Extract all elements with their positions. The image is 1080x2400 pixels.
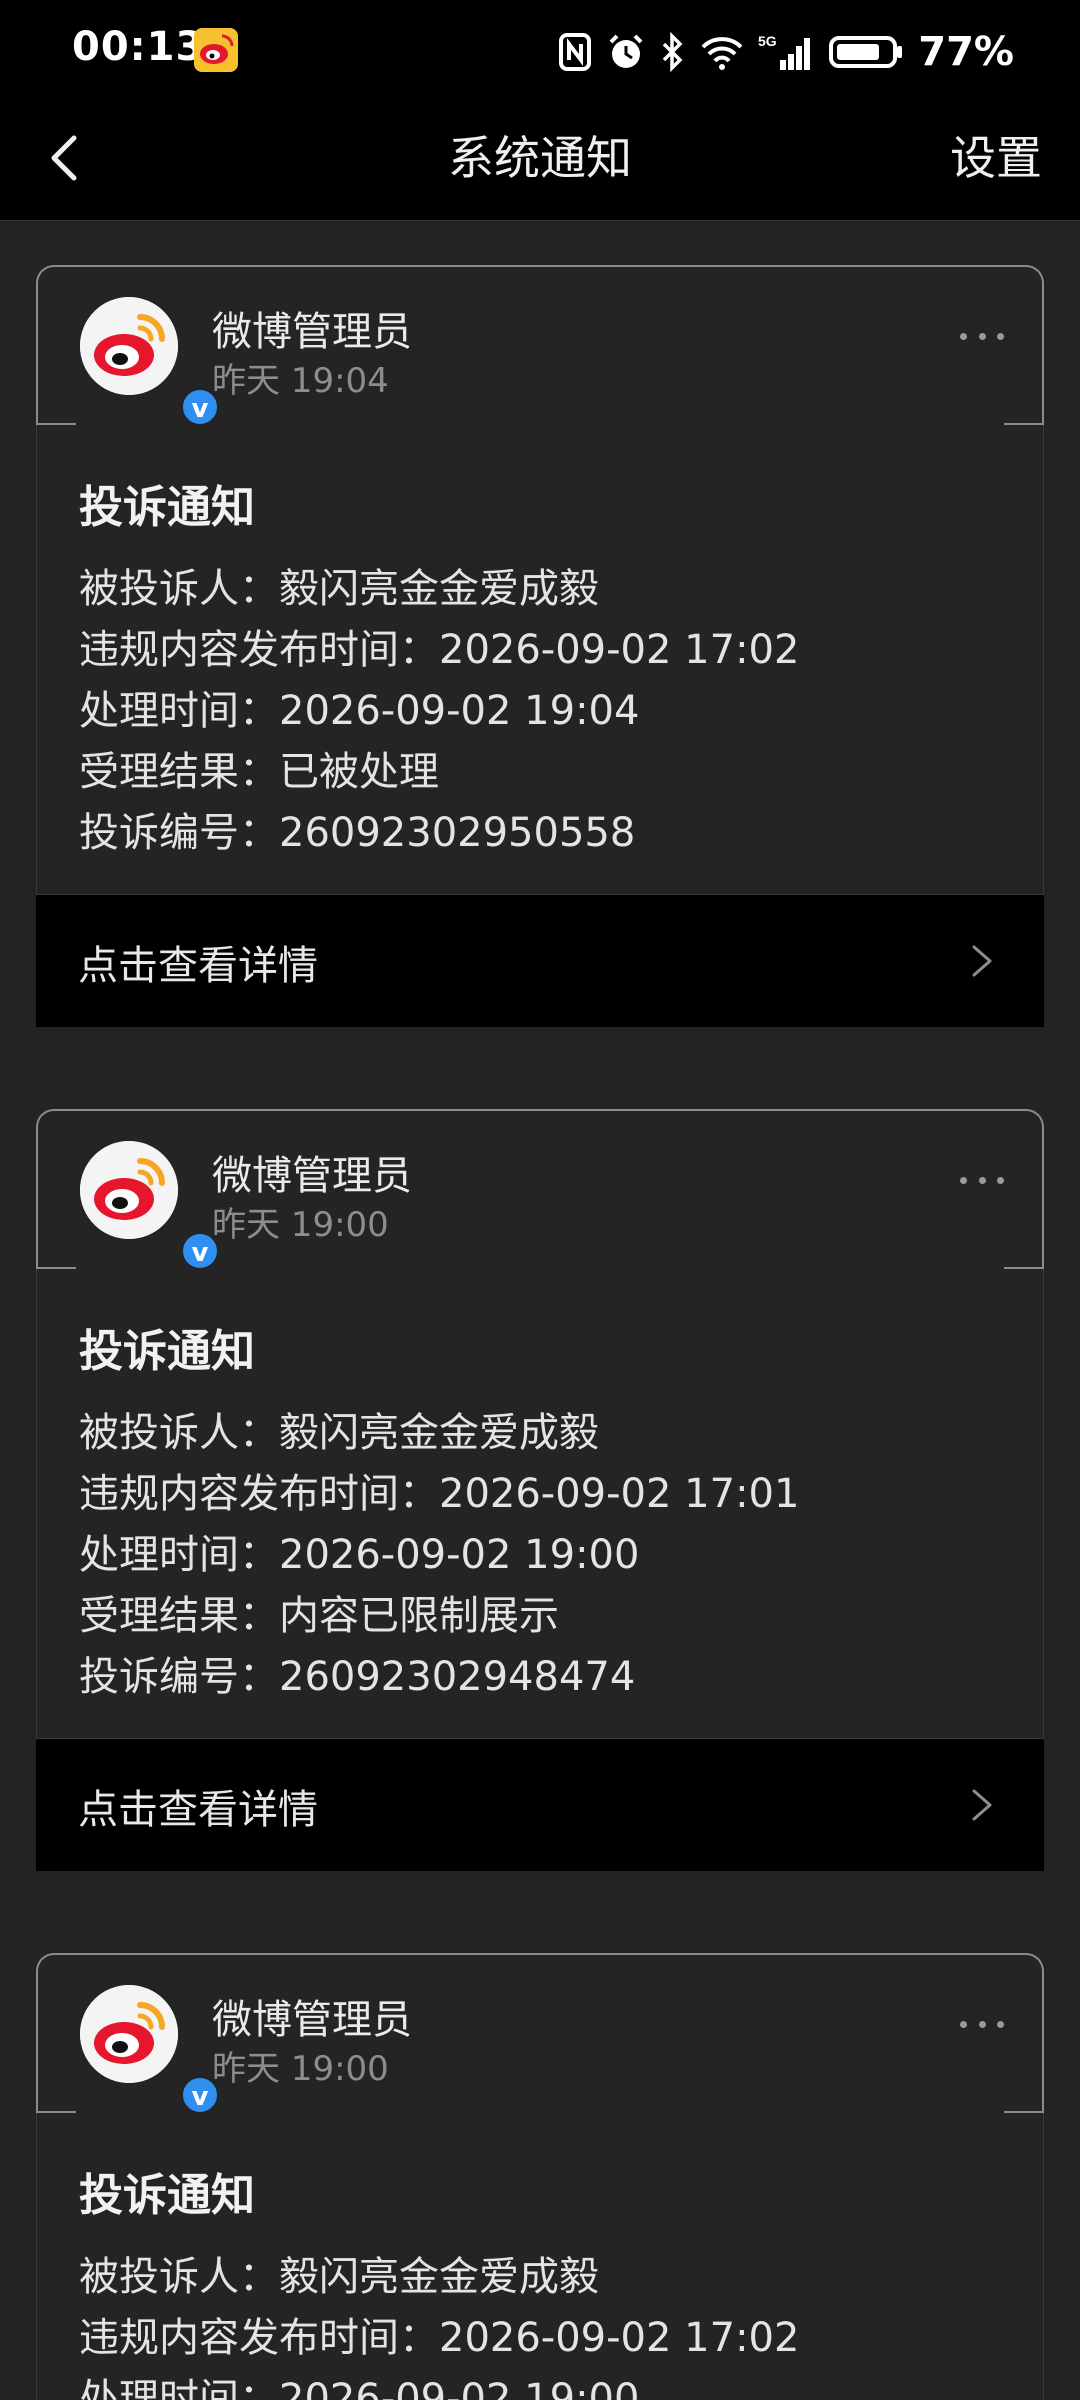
chevron-right-icon (972, 1789, 992, 1821)
weibo-logo-icon (80, 1985, 178, 2083)
chevron-right-icon (972, 945, 992, 977)
notice-title: 投诉通知 (79, 2170, 255, 2221)
avatar[interactable]: v (80, 1141, 220, 1271)
publish-time-field: 违规内容发布时间：2026-09-02 17:02 (79, 2315, 800, 2361)
publish-time-field: 违规内容发布时间：2026-09-02 17:01 (79, 1471, 800, 1517)
message-time: 昨天 19:00 (212, 1205, 389, 1245)
battery-icon (828, 32, 904, 72)
result-field: 受理结果：已被处理 (79, 749, 439, 795)
card-header: v 微博管理员 昨天 19:00 (36, 1109, 1044, 1271)
view-details-label: 点击查看详情 (78, 1787, 318, 1833)
bluetooth-icon (660, 32, 686, 72)
view-details-label: 点击查看详情 (78, 943, 318, 989)
message-time: 昨天 19:04 (212, 361, 389, 401)
complaint-id-field: 投诉编号：26092302948474 (79, 1654, 636, 1700)
notification-feed[interactable]: v 微博管理员 昨天 19:04 投诉通知 被投诉人：毅闪亮金金爱成毅 违规内容… (0, 221, 1080, 2400)
svg-text:5G: 5G (758, 33, 777, 49)
sender-name[interactable]: 微博管理员 (212, 299, 412, 357)
status-time: 00:13 (72, 24, 205, 70)
more-dots-icon[interactable] (960, 2021, 1004, 2033)
nfc-icon (558, 32, 592, 72)
complainee-field: 被投诉人：毅闪亮金金爱成毅 (79, 566, 599, 612)
message-time: 昨天 19:00 (212, 2049, 389, 2089)
nav-bar: 系统通知 设置 (0, 100, 1080, 221)
weibo-notification-icon (194, 28, 238, 72)
notice-title: 投诉通知 (79, 482, 255, 533)
process-time-field: 处理时间：2026-09-02 19:00 (79, 2376, 640, 2400)
view-details-row[interactable]: 点击查看详情 (36, 1738, 1044, 1871)
card-body: 投诉通知 被投诉人：毅闪亮金金爱成毅 违规内容发布时间：2026-09-02 1… (36, 1269, 1044, 1738)
alarm-icon (606, 32, 646, 72)
process-time-field: 处理时间：2026-09-02 19:04 (79, 688, 640, 734)
weibo-logo-icon (80, 1141, 178, 1239)
wifi-icon (700, 32, 744, 72)
notification-card: v 微博管理员 昨天 19:00 投诉通知 被投诉人：毅闪亮金金爱成毅 违规内容… (36, 1109, 1044, 1871)
notification-card: v 微博管理员 昨天 19:04 投诉通知 被投诉人：毅闪亮金金爱成毅 违规内容… (36, 265, 1044, 1027)
card-header: v 微博管理员 昨天 19:00 (36, 1953, 1044, 2115)
card-body: 投诉通知 被投诉人：毅闪亮金金爱成毅 违规内容发布时间：2026-09-02 1… (36, 2113, 1044, 2400)
notice-title: 投诉通知 (79, 1326, 255, 1377)
settings-button[interactable]: 设置 (950, 122, 1042, 188)
more-dots-icon[interactable] (960, 333, 1004, 345)
sender-name[interactable]: 微博管理员 (212, 1143, 412, 1201)
notification-card: v 微博管理员 昨天 19:00 投诉通知 被投诉人：毅闪亮金金爱成毅 违规内容… (36, 1953, 1044, 2400)
weibo-logo-icon (80, 297, 178, 395)
avatar[interactable]: v (80, 1985, 220, 2115)
page-title: 系统通知 (448, 131, 632, 185)
complaint-id-field: 投诉编号：26092302950558 (79, 810, 636, 856)
status-bar: 00:13 5G 77% (0, 0, 1080, 100)
card-header: v 微博管理员 昨天 19:04 (36, 265, 1044, 427)
view-details-row[interactable]: 点击查看详情 (36, 894, 1044, 1027)
complainee-field: 被投诉人：毅闪亮金金爱成毅 (79, 2254, 599, 2300)
status-icons: 5G 77% (558, 24, 1014, 80)
avatar[interactable]: v (80, 297, 220, 427)
battery-percent: 77% (918, 29, 1014, 75)
process-time-field: 处理时间：2026-09-02 19:00 (79, 1532, 640, 1578)
sender-name[interactable]: 微博管理员 (212, 1987, 412, 2045)
card-body: 投诉通知 被投诉人：毅闪亮金金爱成毅 违规内容发布时间：2026-09-02 1… (36, 425, 1044, 894)
result-field: 受理结果：内容已限制展示 (79, 1593, 559, 1639)
more-dots-icon[interactable] (960, 1177, 1004, 1189)
complainee-field: 被投诉人：毅闪亮金金爱成毅 (79, 1410, 599, 1456)
signal-5g-icon: 5G (758, 32, 814, 72)
publish-time-field: 违规内容发布时间：2026-09-02 17:02 (79, 627, 800, 673)
